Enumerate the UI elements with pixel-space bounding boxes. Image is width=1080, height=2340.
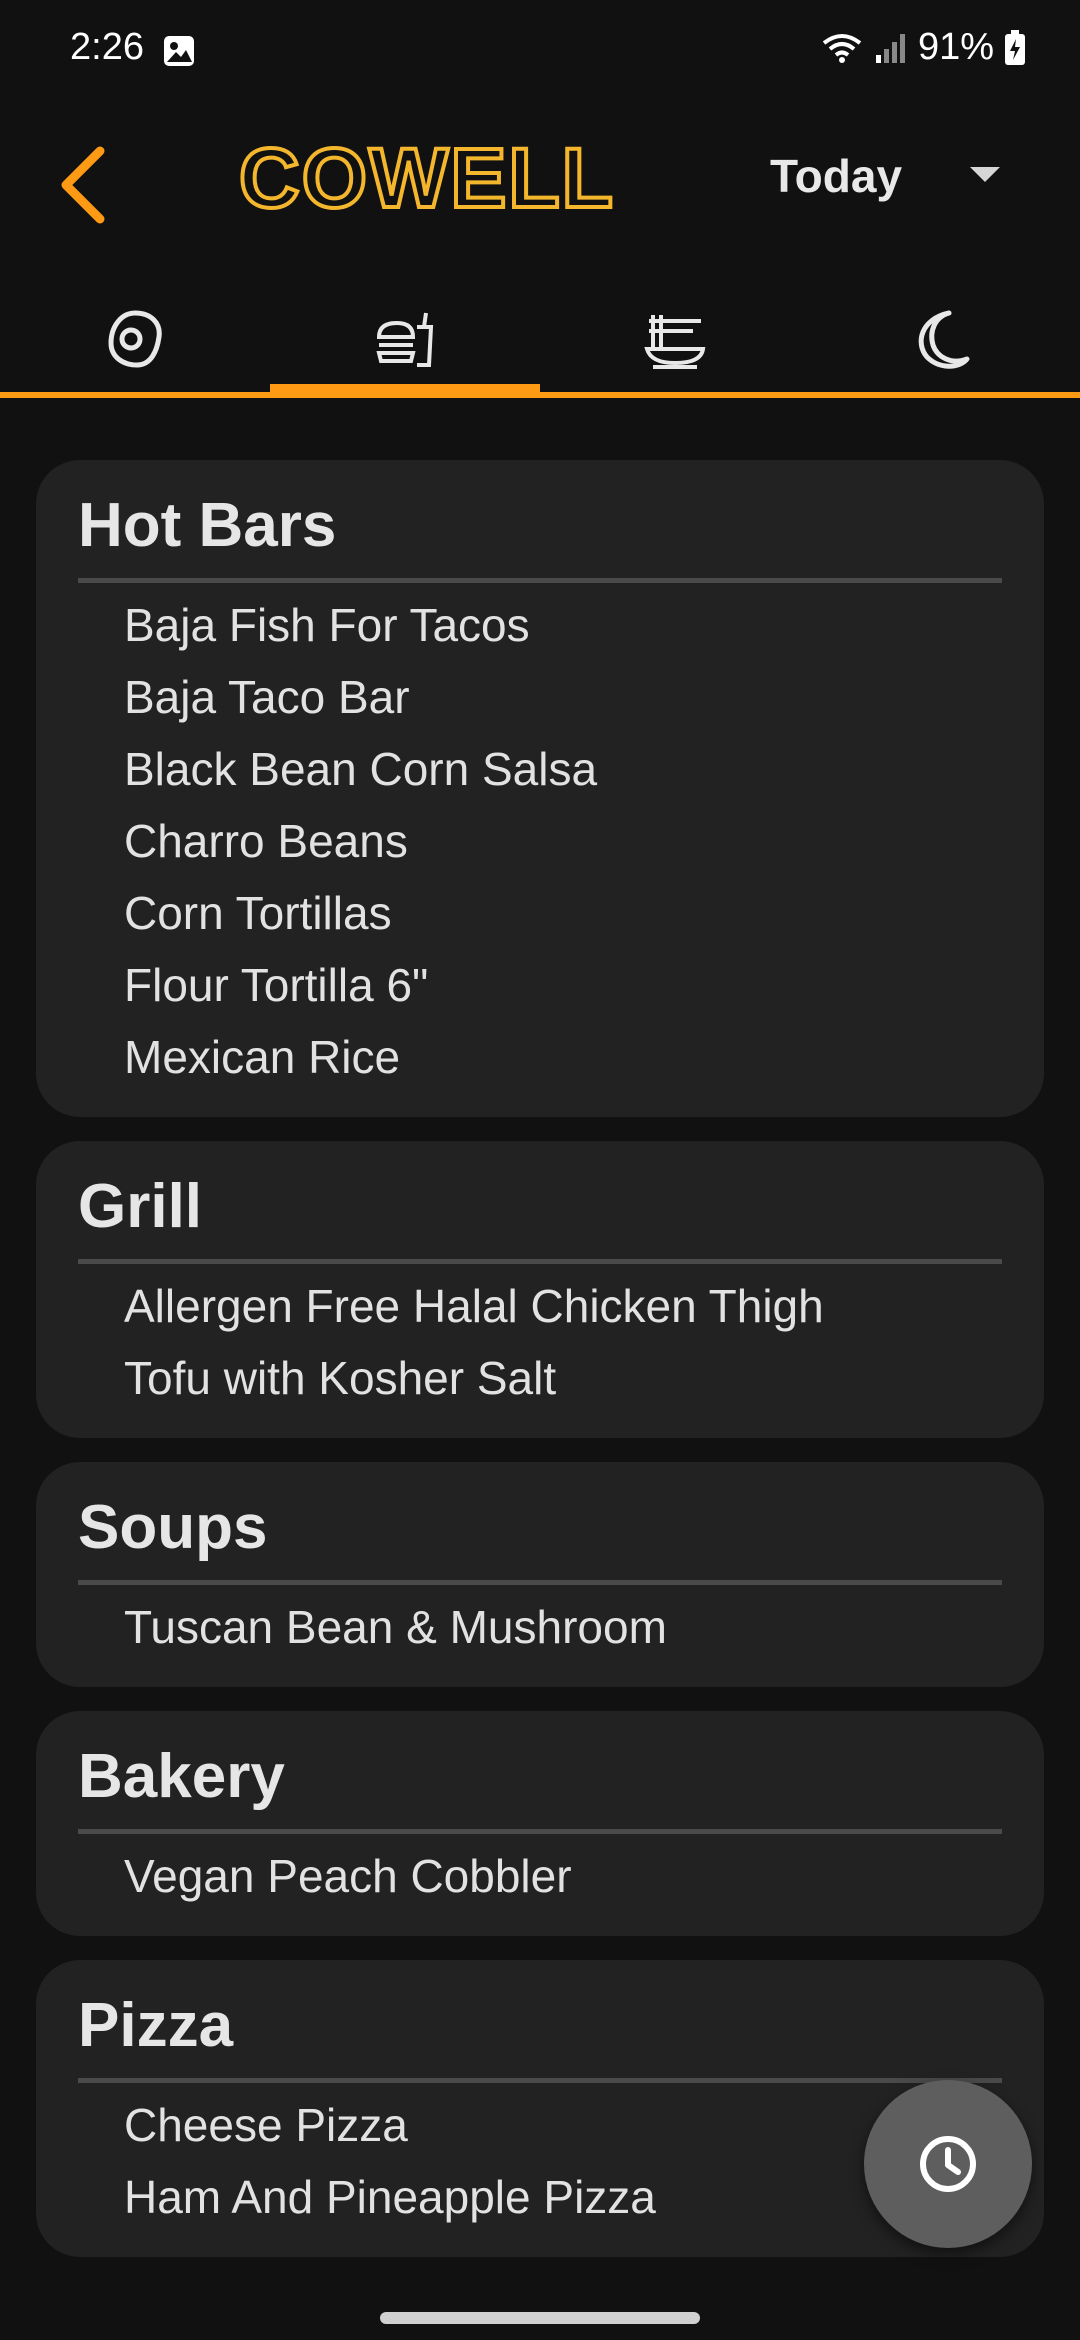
status-bar: 2:26 91%	[0, 0, 1080, 105]
logo-inline: COWELL	[239, 131, 615, 225]
date-dropdown[interactable]: Today	[770, 137, 1010, 217]
section-title: Hot Bars	[78, 491, 337, 560]
menu-item[interactable]: Vegan Peach Cobbler	[124, 1840, 1002, 1912]
date-dropdown-value: Today	[770, 150, 903, 202]
tab-lunch[interactable]	[270, 280, 540, 398]
late-night-moon-icon	[918, 310, 970, 369]
tab-dinner[interactable]	[540, 280, 810, 398]
system-nav-bar	[0, 2296, 1080, 2340]
tab-breakfast[interactable]	[0, 280, 270, 398]
menu-item[interactable]: Black Bean Corn Salsa	[124, 733, 1002, 805]
menu-item[interactable]: Baja Taco Bar	[124, 661, 1002, 733]
section-title: Soups	[78, 1493, 268, 1562]
menu-item[interactable]: Baja Fish For Tacos	[124, 589, 1002, 661]
menu-item[interactable]: Corn Tortillas	[124, 877, 1002, 949]
lunch-burger-icon	[376, 312, 434, 367]
section-title: Grill	[78, 1172, 203, 1241]
menu-section-card: Soups Tuscan Bean & Mushroom	[36, 1462, 1044, 1687]
chevron-left-icon	[61, 146, 105, 224]
section-divider	[78, 1580, 1002, 1585]
clock-icon	[920, 2136, 976, 2192]
wifi-icon	[822, 33, 862, 63]
menu-section-card: Hot Bars Baja Fish For Tacos Baja Taco Bar…	[36, 460, 1044, 1117]
menu-item[interactable]: Charro Beans	[124, 805, 1002, 877]
dinner-noodles-icon	[644, 315, 706, 369]
tab-selected-indicator	[270, 384, 540, 394]
app-header: COWELL COWELL Today	[0, 105, 1080, 265]
section-divider	[78, 1259, 1002, 1264]
menu-item[interactable]: Flour Tortilla 6"	[124, 949, 1002, 1021]
section-item-list: Vegan Peach Cobbler	[78, 1840, 1002, 1912]
menu-item[interactable]: Allergen Free Halal Chicken Thigh	[124, 1270, 1002, 1342]
section-item-list: Baja Fish For Tacos Baja Taco Bar Black Be…	[78, 589, 1002, 1093]
tab-late-night[interactable]	[810, 280, 1080, 398]
menu-section-card: Grill Allergen Free Halal Chicken Thigh To…	[36, 1141, 1044, 1438]
caret-down-icon	[970, 167, 1000, 182]
battery-charging-icon	[1005, 29, 1025, 65]
section-divider	[78, 1829, 1002, 1834]
gallery-icon	[164, 36, 194, 66]
tab-underline	[0, 392, 1080, 398]
status-time: 2:26	[70, 26, 144, 68]
section-divider	[78, 578, 1002, 583]
signal-icon	[875, 33, 905, 63]
back-button[interactable]	[52, 135, 122, 235]
section-divider	[78, 2078, 1002, 2083]
status-icons: 91%	[820, 26, 1026, 69]
menu-item[interactable]: Mexican Rice	[124, 1021, 1002, 1093]
battery-percent: 91%	[917, 26, 994, 68]
meal-tab-bar	[0, 280, 1080, 398]
menu-list: Hot Bars Baja Fish For Tacos Baja Taco Bar…	[36, 460, 1044, 2281]
menu-item[interactable]: Tuscan Bean & Mushroom	[124, 1591, 1002, 1663]
menu-item[interactable]: Tofu with Kosher Salt	[124, 1342, 1002, 1414]
section-item-list: Allergen Free Halal Chicken Thigh Tofu wi…	[78, 1270, 1002, 1414]
menu-section-card: Bakery Vegan Peach Cobbler	[36, 1711, 1044, 1936]
section-item-list: Tuscan Bean & Mushroom	[78, 1591, 1002, 1663]
section-title: Pizza	[78, 1991, 234, 2060]
section-title: Bakery	[78, 1742, 285, 1811]
cowell-logo: COWELL COWELL	[237, 129, 615, 227]
home-indicator[interactable]	[380, 2312, 700, 2324]
hours-fab-button[interactable]	[864, 2080, 1032, 2248]
breakfast-egg-icon	[108, 310, 162, 368]
